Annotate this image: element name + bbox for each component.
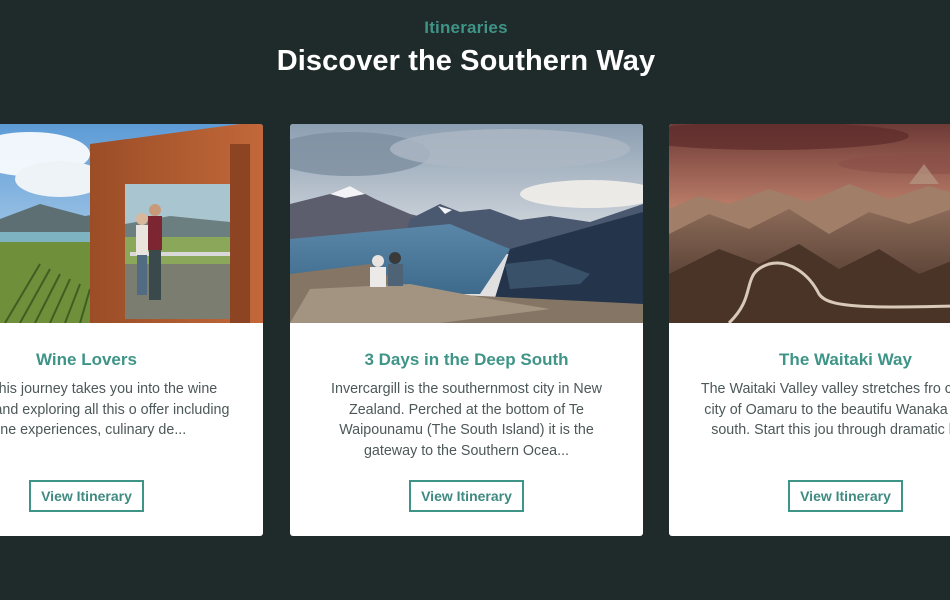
itinerary-card-waitaki-way[interactable]: The Waitaki Way The Waitaki Valley valle…: [669, 124, 950, 536]
itineraries-section: Itineraries Discover the Southern Way Wi…: [0, 0, 950, 600]
lake-and-mountains-photo: [290, 124, 643, 323]
itinerary-card-wine-lovers[interactable]: Wine Lovers overs this journey takes you…: [0, 124, 263, 536]
card-title: The Waitaki Way: [779, 350, 912, 369]
section-eyebrow: Itineraries: [424, 18, 508, 37]
card-description: Invercargill is the southernmost city in…: [331, 381, 602, 459]
card-description: overs this journey takes you into the wi…: [0, 381, 230, 439]
mountain-valley-road-photo: [669, 124, 950, 323]
view-itinerary-button[interactable]: View Itinerary: [788, 480, 903, 512]
card-description: The Waitaki Valley valley stretches fro …: [700, 381, 950, 439]
view-itinerary-button[interactable]: View Itinerary: [29, 480, 144, 512]
card-title: 3 Days in the Deep South: [364, 350, 569, 369]
view-itinerary-button[interactable]: View Itinerary: [409, 480, 524, 512]
card-title: Wine Lovers: [36, 350, 137, 369]
winery-viewing-deck-photo: [0, 124, 263, 323]
itinerary-card-deep-south[interactable]: 3 Days in the Deep South Invercargill is…: [290, 124, 643, 536]
section-heading: Discover the Southern Way: [276, 45, 656, 77]
